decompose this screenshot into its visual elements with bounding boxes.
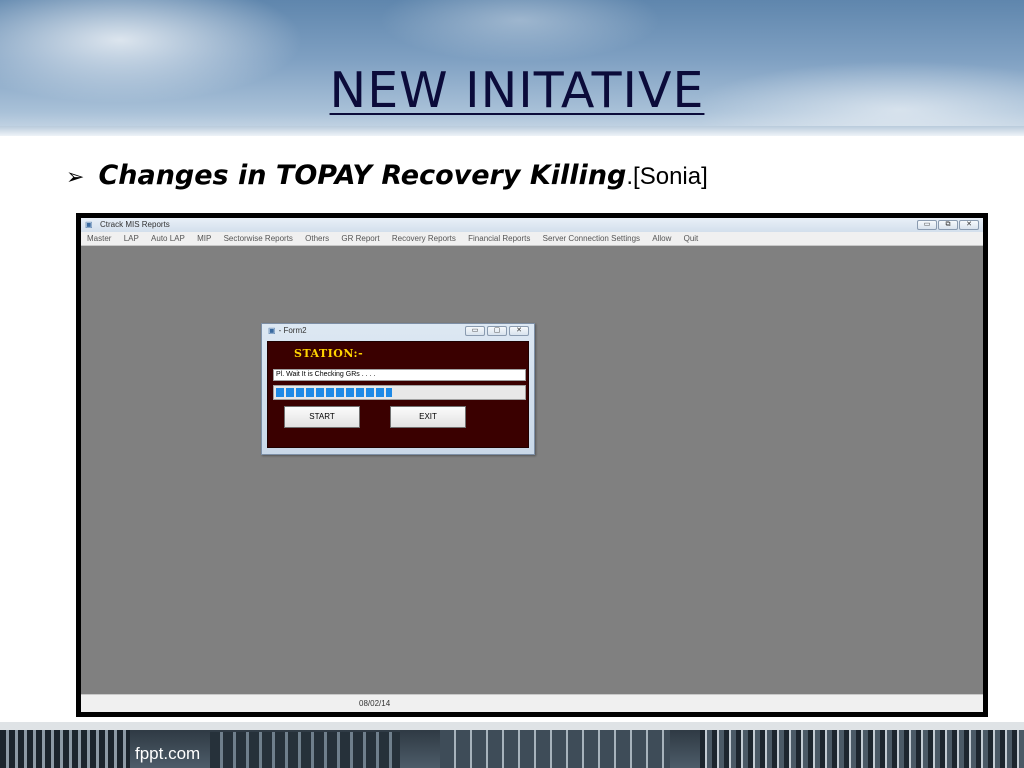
minimize-button[interactable]: ▭ xyxy=(917,220,937,230)
menu-financial-reports[interactable]: Financial Reports xyxy=(468,232,530,245)
close-button[interactable]: ✕ xyxy=(959,220,979,230)
menu-allow[interactable]: Allow xyxy=(652,232,671,245)
menu-others[interactable]: Others xyxy=(305,232,329,245)
menu-recovery-reports[interactable]: Recovery Reports xyxy=(392,232,456,245)
dialog-window-controls: ▭ ▢ ✕ xyxy=(465,326,529,336)
dialog-title: - Form2 xyxy=(278,326,307,335)
status-text-field[interactable]: Pl. Wait It is Checking GRs . . . . xyxy=(273,369,526,381)
bullet-author: .[Sonia] xyxy=(626,163,708,190)
exit-button[interactable]: EXIT xyxy=(390,406,466,428)
arrow-bullet-icon: ➢ xyxy=(66,165,85,190)
progress-track xyxy=(276,388,523,397)
dialog-body: STATION:- Pl. Wait It is Checking GRs . … xyxy=(267,341,529,448)
dialog-close-button[interactable]: ✕ xyxy=(509,326,529,336)
app-window: ▣ Ctrack MIS Reports ▭ ⧉ ✕ Master LAP Au… xyxy=(81,218,983,712)
bullet-line: ➢ Changes in TOPAY Recovery Killing .[So… xyxy=(66,160,708,194)
bullet-heading: Changes in TOPAY Recovery Killing xyxy=(98,160,627,191)
dialog-maximize-button[interactable]: ▢ xyxy=(487,326,507,336)
building-graphic xyxy=(700,730,1024,768)
statusbar: 08/02/14 xyxy=(81,694,983,712)
building-graphic xyxy=(0,730,130,768)
window-controls: ▭ ⧉ ✕ xyxy=(917,220,979,230)
menu-lap[interactable]: LAP xyxy=(124,232,139,245)
building-graphic xyxy=(210,732,400,768)
menu-gr-report[interactable]: GR Report xyxy=(341,232,379,245)
station-label: STATION:- xyxy=(294,347,364,360)
progress-fill xyxy=(276,388,393,397)
footer-brand: fppt.com xyxy=(135,744,201,763)
app-window-title: Ctrack MIS Reports xyxy=(100,220,170,229)
menu-server-connection-settings[interactable]: Server Connection Settings xyxy=(543,232,640,245)
menu-sectorwise-reports[interactable]: Sectorwise Reports xyxy=(224,232,293,245)
slide-title: NEW INITATIVE xyxy=(0,62,1024,119)
banner-edge xyxy=(0,126,1024,136)
slide-title-text: NEW INITATIVE xyxy=(329,62,705,119)
progress-bar xyxy=(273,385,526,400)
status-date: 08/02/14 xyxy=(359,699,391,708)
menu-auto-lap[interactable]: Auto LAP xyxy=(151,232,185,245)
restore-button[interactable]: ⧉ xyxy=(938,220,958,230)
menu-mip[interactable]: MIP xyxy=(197,232,211,245)
start-button[interactable]: START xyxy=(284,406,360,428)
app-titlebar[interactable]: ▣ Ctrack MIS Reports ▭ ⧉ ✕ xyxy=(81,218,983,232)
menubar: Master LAP Auto LAP MIP Sectorwise Repor… xyxy=(81,232,983,246)
screenshot-frame: ▣ Ctrack MIS Reports ▭ ⧉ ✕ Master LAP Au… xyxy=(76,213,988,717)
app-icon: ▣ xyxy=(85,220,93,229)
form2-dialog: ▣ - Form2 ▭ ▢ ✕ STATION:- Pl. Wait It is … xyxy=(261,323,535,455)
dialog-minimize-button[interactable]: ▭ xyxy=(465,326,485,336)
dialog-titlebar[interactable]: ▣ - Form2 xyxy=(268,325,307,337)
menu-quit[interactable]: Quit xyxy=(684,232,699,245)
menu-master[interactable]: Master xyxy=(87,232,111,245)
form-icon: ▣ xyxy=(268,326,276,335)
building-graphic xyxy=(440,730,670,768)
